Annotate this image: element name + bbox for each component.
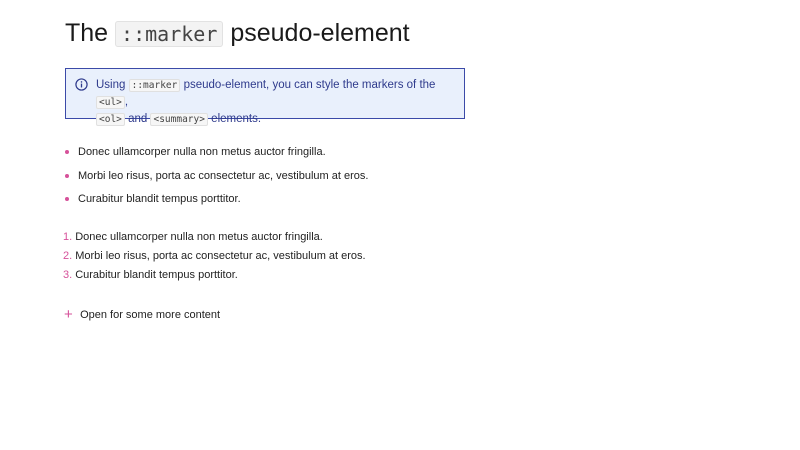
page: The ::marker pseudo-element Using ::mark… bbox=[0, 0, 800, 450]
number-marker: 1. bbox=[63, 231, 73, 243]
list-item-text: Curabitur blandit tempus porttitor. bbox=[75, 269, 238, 281]
details-summary-label: Open for some more content bbox=[80, 309, 221, 321]
unordered-list: Donec ullamcorper nulla non metus auctor… bbox=[65, 141, 368, 212]
list-item: Curabitur blandit tempus porttitor. bbox=[65, 188, 368, 212]
list-item-text: Morbi leo risus, porta ac consectetur ac… bbox=[75, 250, 366, 262]
note-code-marker: ::marker bbox=[128, 79, 181, 92]
list-item: Donec ullamcorper nulla non metus auctor… bbox=[65, 141, 368, 165]
info-icon bbox=[75, 78, 88, 91]
page-title: The ::marker pseudo-element bbox=[65, 16, 410, 51]
ordered-list: 1. Donec ullamcorper nulla non metus auct… bbox=[63, 228, 366, 285]
note-text-4: and bbox=[128, 113, 148, 125]
bullet-marker bbox=[65, 150, 69, 154]
note-code-summary: <summary> bbox=[150, 113, 208, 126]
note-text-5: elements. bbox=[211, 113, 262, 125]
note-text-3: , bbox=[124, 96, 129, 108]
note-text-1: Using bbox=[96, 79, 126, 91]
note-text-2: pseudo-element, you can style the marker… bbox=[183, 79, 436, 91]
number-marker: 2. bbox=[63, 250, 73, 262]
list-item: 2. Morbi leo risus, porta ac consectetur … bbox=[63, 247, 366, 266]
list-item-text: Morbi leo risus, porta ac consectetur ac… bbox=[78, 169, 369, 182]
details-summary[interactable]: + Open for some more content bbox=[64, 306, 220, 324]
list-item: 3. Curabitur blandit tempus porttitor. bbox=[63, 266, 366, 285]
info-callout: Using ::marker pseudo-element, you can s… bbox=[65, 68, 465, 126]
bullet-marker bbox=[65, 197, 69, 201]
number-marker: 3. bbox=[63, 269, 73, 281]
list-item-text: Curabitur blandit tempus porttitor. bbox=[78, 193, 241, 205]
page-title-code: ::marker bbox=[115, 21, 224, 47]
note-code-ul: <ul> bbox=[96, 96, 125, 109]
page-title-suffix: pseudo-element bbox=[230, 19, 410, 47]
list-item: 1. Donec ullamcorper nulla non metus auct… bbox=[63, 228, 366, 247]
list-item-text: Donec ullamcorper nulla non metus auctor… bbox=[78, 146, 326, 158]
list-item-text: Donec ullamcorper nulla non metus auctor… bbox=[75, 231, 323, 243]
plus-icon: + bbox=[64, 306, 73, 323]
bullet-marker bbox=[65, 173, 69, 178]
page-title-prefix: The bbox=[65, 19, 109, 47]
list-item: Morbi leo risus, porta ac consectetur ac… bbox=[65, 165, 368, 189]
note-code-ol: <ol> bbox=[96, 113, 125, 126]
